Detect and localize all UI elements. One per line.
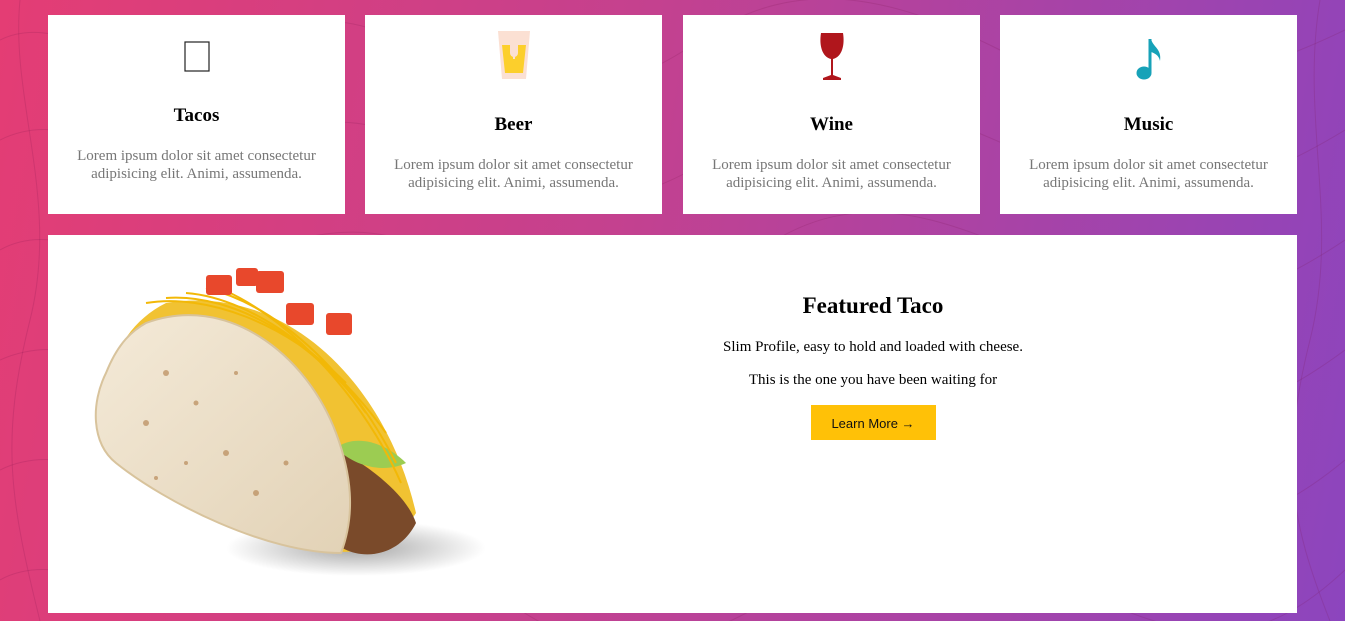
feature-text: Lorem ipsum dolor sit amet consectetur a… — [77, 148, 316, 182]
feature-text: Lorem ipsum dolor sit amet consectetur a… — [394, 157, 633, 191]
taco-icon — [183, 41, 210, 72]
featured-description-2: This is the one you have been waiting fo… — [748, 372, 998, 388]
learn-more-button[interactable]: Learn More → — [810, 405, 936, 440]
featured-text-block: Featured Taco Slim Profile, easy to hold… — [668, 293, 1078, 440]
feature-title: Beer — [494, 114, 533, 135]
beer-icon — [497, 31, 530, 79]
feature-text: Lorem ipsum dolor sit amet consectetur a… — [712, 157, 951, 191]
featured-title: Featured Taco — [802, 293, 944, 318]
feature-title: Music — [1123, 114, 1174, 135]
feature-card-wine: Wine Lorem ipsum dolor sit amet consecte… — [683, 15, 980, 214]
featured-taco-section: Featured Taco Slim Profile, easy to hold… — [48, 235, 1297, 613]
feature-title: Tacos — [173, 105, 220, 126]
featured-description-1: Slim Profile, easy to hold and loaded wi… — [723, 339, 1023, 355]
feature-title: Wine — [810, 114, 853, 135]
feature-card-beer: Beer Lorem ipsum dolor sit amet consecte… — [365, 15, 662, 214]
feature-card-tacos: Tacos Lorem ipsum dolor sit amet consect… — [48, 15, 345, 214]
feature-card-music: Music Lorem ipsum dolor sit amet consect… — [1000, 15, 1297, 214]
feature-text: Lorem ipsum dolor sit amet consectetur a… — [1029, 157, 1268, 191]
wine-glass-icon — [819, 33, 844, 80]
music-note-icon — [1136, 39, 1160, 80]
taco-image — [94, 268, 486, 576]
